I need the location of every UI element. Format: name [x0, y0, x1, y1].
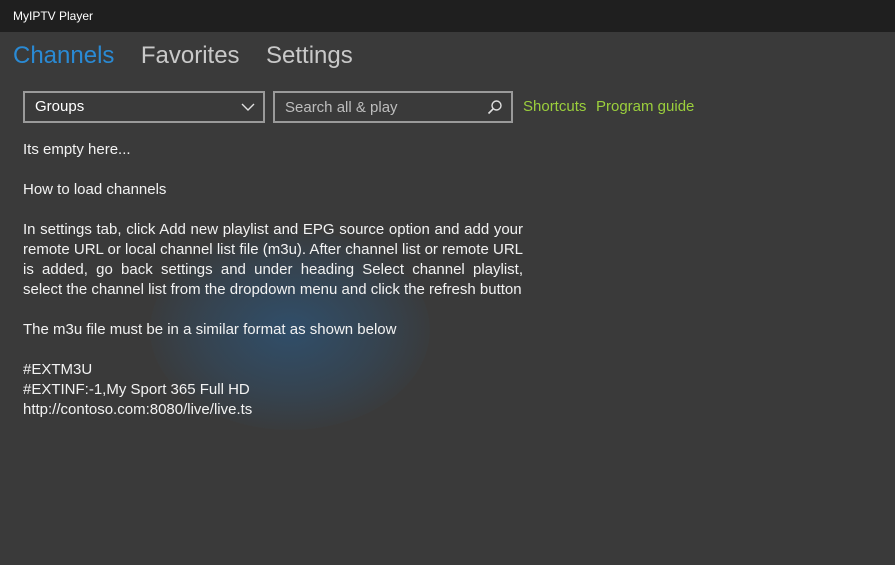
window-title: MyIPTV Player: [13, 9, 94, 23]
example-line: #EXTM3U: [23, 361, 93, 378]
empty-message: Its empty here...: [23, 141, 131, 158]
tab-settings[interactable]: Settings: [266, 42, 353, 70]
search-input[interactable]: [275, 93, 485, 121]
program-guide-link[interactable]: Program guide: [596, 98, 694, 115]
main-nav: Channels Favorites Settings: [13, 42, 375, 78]
groups-dropdown-value: Groups: [35, 98, 85, 115]
empty-state-content: Its empty here... How to load channels I…: [23, 140, 523, 420]
chevron-down-icon: [241, 103, 255, 111]
instructions-text: In settings tab, click Add new playlist …: [23, 221, 523, 298]
example-line: #EXTINF:-1,My Sport 365 Full HD: [23, 381, 250, 398]
search-box: [273, 91, 513, 123]
search-icon[interactable]: [487, 99, 503, 115]
groups-dropdown[interactable]: Groups: [23, 91, 265, 123]
tab-channels[interactable]: Channels: [13, 42, 114, 70]
format-note: The m3u file must be in a similar format…: [23, 321, 397, 338]
howto-heading: How to load channels: [23, 181, 167, 198]
example-line: http://contoso.com:8080/live/live.ts: [23, 401, 253, 418]
toolbar: Groups Shortcuts Program guide: [23, 91, 723, 123]
tab-favorites[interactable]: Favorites: [141, 42, 240, 70]
title-bar: MyIPTV Player: [0, 0, 895, 32]
shortcuts-link[interactable]: Shortcuts: [523, 98, 586, 115]
app-window: MyIPTV Player Channels Favorites Setting…: [0, 0, 895, 565]
